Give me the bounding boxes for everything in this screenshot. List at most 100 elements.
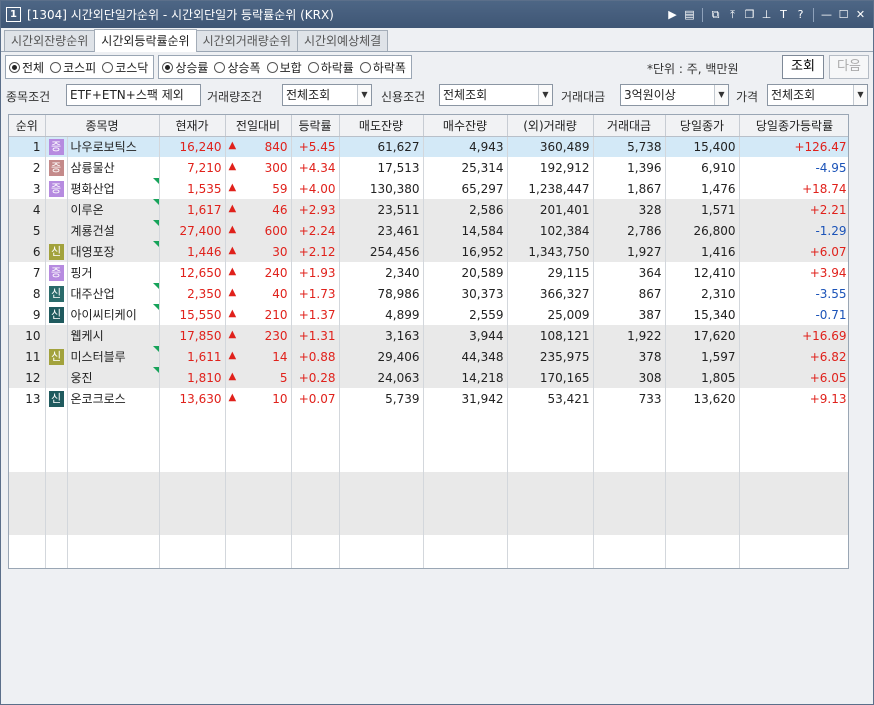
price-cell: 27,400 [159,220,226,241]
radio-label: 하락률 [320,60,354,75]
tab-after-hours-expected[interactable]: 시간외예상체결 [296,30,389,51]
table-row[interactable]: 4 이루온 1,617 ▲ 46 +2.93 23,511 2,586 201,401 328 1,… [9,199,848,220]
minimize-icon[interactable]: — [818,6,835,23]
font-size-icon[interactable]: T [775,6,792,23]
maximize-icon[interactable]: ☐ [835,6,852,23]
table-row[interactable]: 13 신 온코크로스 13,630 ▲ 10 +0.07 5,739 31,942 53,421 7… [9,388,848,409]
tab-after-hours-volume[interactable]: 시간외거래량순위 [195,30,298,51]
radio-rise-rate[interactable]: 상승률 [162,59,208,76]
rate-cell: +4.00 [291,178,340,199]
table-row[interactable]: 6 신 대영포장 1,446 ▲ 30 +2.12 254,456 16,952 1,343,75… [9,241,848,262]
col-bid-qty[interactable]: 매수잔량 [423,115,508,137]
amount-cell: 5,738 [593,136,666,157]
stock-condition-select[interactable]: ETF+ETN+스팩 제외 [66,84,201,106]
stock-name-cell: 계룡건설 [67,220,160,241]
radio-rise-amount[interactable]: 상승폭 [214,59,261,76]
empty-cell [225,409,292,430]
col-ask-qty[interactable]: 매도잔량 [339,115,424,137]
link-window-icon[interactable]: ⧉ [707,6,724,23]
radio-kosdaq[interactable]: 코스닥 [102,59,148,76]
empty-cell [423,514,508,535]
radio-dot[interactable] [102,61,114,73]
empty-cell [423,472,508,493]
radio-dot[interactable] [214,61,226,73]
volume-cell: 29,115 [507,262,594,283]
table-row[interactable]: 8 신 대주산업 2,350 ▲ 40 +1.73 78,986 30,373 366,327 86… [9,283,848,304]
up-arrow-icon: ▲ [228,349,237,361]
price-condition-select[interactable]: 전체조회 ▼ [767,84,868,106]
ranking-grid[interactable]: 순위 종목명 현재가 전일대비 등락률 매도잔량 매수잔량 (외)거래량 거래대… [8,114,849,569]
chevron-down-icon[interactable]: ▼ [357,85,371,105]
empty-cell [665,472,740,493]
margin-badge: 증 [48,138,64,155]
table-row[interactable]: 3 증 평화산업 1,535 ▲ 59 +4.00 130,380 65,297 1,238,44… [9,178,848,199]
memo-icon[interactable]: ▤ [681,6,698,23]
stock-name-cell: 웅진 [67,367,160,388]
rate-cell: +1.73 [291,283,340,304]
table-row[interactable]: 7 증 핑거 12,650 ▲ 240 +1.93 2,340 20,589 29,115 364 1… [9,262,848,283]
table-row[interactable]: 5 계룡건설 27,400 ▲ 600 +2.24 23,461 14,584 102,384 2… [9,220,848,241]
empty-row [9,451,848,472]
radio-label: 코스닥 [115,60,149,75]
pin-icon[interactable]: ⊥ [758,6,775,23]
chevron-down-icon[interactable]: ▼ [853,85,867,105]
radio-dot[interactable] [162,61,174,73]
col-rate[interactable]: 등락률 [291,115,340,137]
table-row[interactable]: 12 웅진 1,810 ▲ 5 +0.28 24,063 14,218 170,165 308 1,… [9,367,848,388]
play-icon[interactable]: ▶ [664,6,681,23]
chevron-down-icon[interactable]: ▼ [714,85,728,105]
rate-cell: +2.24 [291,220,340,241]
col-price[interactable]: 현재가 [159,115,226,137]
ask-qty-cell: 5,739 [339,388,424,409]
table-row[interactable]: 9 신 아이씨티케이 15,550 ▲ 210 +1.37 4,899 2,559 25,009 3… [9,304,848,325]
radio-fall-rate[interactable]: 하락률 [307,59,354,76]
empty-cell [507,409,594,430]
divider [702,7,703,22]
tab-after-hours-remaining[interactable]: 시간외잔량순위 [4,30,96,51]
chevron-down-icon[interactable]: ▼ [538,85,552,105]
credit-condition-select[interactable]: 전체조회 ▼ [439,84,553,106]
radio-all[interactable]: 전체 [9,59,44,76]
radio-dot[interactable] [307,61,319,73]
volume-condition-select[interactable]: 전체조회 ▼ [282,84,372,106]
radio-dot[interactable] [359,61,371,73]
amount-cell: 1,396 [593,157,666,178]
amount-condition-select[interactable]: 3억원이상 ▼ [620,84,729,106]
query-button[interactable]: 조회 [782,55,824,79]
radio-dot[interactable] [9,61,20,73]
tab-after-hours-change-rate[interactable]: 시간외등락률순위 [94,29,197,52]
next-button[interactable]: 다음 [829,55,869,79]
table-row[interactable]: 10 웹케시 17,850 ▲ 230 +1.31 3,163 3,944 108,121 1,9… [9,325,848,346]
empty-cell [339,493,424,514]
change-cell: ▲ 600 [225,220,292,241]
col-close[interactable]: 당일종가 [665,115,740,137]
radio-fall-amount[interactable]: 하락폭 [359,59,406,76]
col-volume[interactable]: (외)거래량 [507,115,594,137]
col-name[interactable]: 종목명 [45,115,160,137]
help-icon[interactable]: ? [792,6,809,23]
table-row[interactable]: 1 증 나우로보틱스 16,240 ▲ 840 +5.45 61,627 4,943 360,48… [9,136,848,157]
radio-kospi[interactable]: 코스피 [50,59,96,76]
rate-cell: +1.37 [291,304,340,325]
rank-cell: 7 [9,262,46,283]
price-cell: 1,810 [159,367,226,388]
col-change[interactable]: 전일대비 [225,115,292,137]
ask-qty-cell: 3,163 [339,325,424,346]
change-cell: ▲ 46 [225,199,292,220]
close-icon[interactable]: ✕ [852,6,869,23]
col-amount[interactable]: 거래대금 [593,115,666,137]
radio-flat[interactable]: 보합 [266,59,302,76]
stock-name-cell: 미스터블루 [67,346,160,367]
table-row[interactable]: 11 신 미스터블루 1,611 ▲ 14 +0.88 29,406 44,348 235,975… [9,346,848,367]
col-rank[interactable]: 순위 [9,115,46,137]
empty-cell [9,409,46,430]
title-bar[interactable]: 1 [1304] 시간외단일가순위 - 시간외단일가 등락률순위 (KRX) ▶… [1,1,873,28]
pin-top-icon[interactable]: ⤒ [724,6,741,23]
radio-dot[interactable] [50,61,62,73]
change-value: 59 [272,181,288,196]
cascade-icon[interactable]: ❐ [741,6,758,23]
radio-dot[interactable] [266,61,278,73]
col-close-rate[interactable]: 당일종가등락률 [739,115,848,137]
up-arrow-icon: ▲ [228,223,237,235]
table-row[interactable]: 2 증 삼륭물산 7,210 ▲ 300 +4.34 17,513 25,314 192,912 1… [9,157,848,178]
